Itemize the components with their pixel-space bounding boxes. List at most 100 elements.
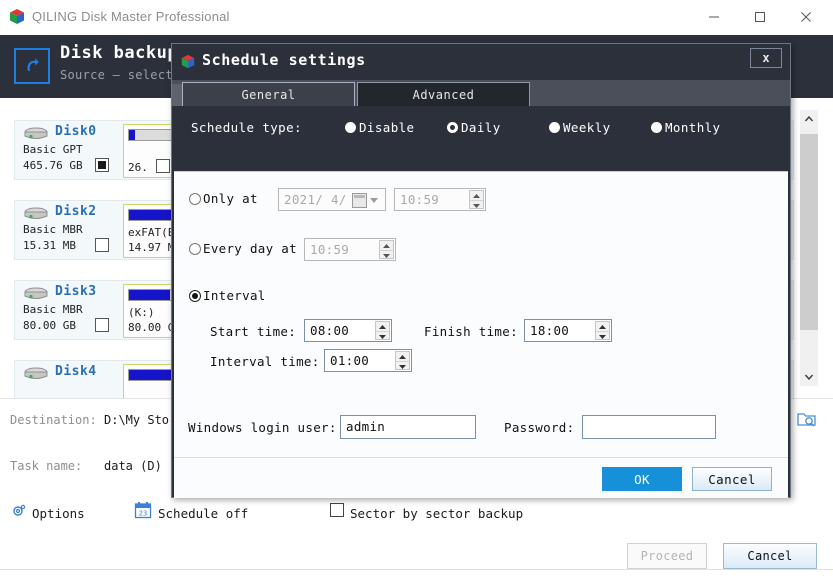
only-at-date-field[interactable]: 2021/ 4/ 8 [278,188,386,211]
radio-indicator [189,192,201,205]
schedule-status-label[interactable]: Schedule off [158,506,248,521]
spinner-down-icon [473,203,480,208]
svg-text:23: 23 [139,510,147,518]
sector-by-sector-checkbox[interactable] [330,503,344,517]
partition-checkbox[interactable] [156,159,170,173]
disk-checkbox[interactable] [95,158,109,172]
partition-usage-bar [128,129,176,141]
gear-icon[interactable] [10,503,26,519]
disk-name: Disk2 [55,204,97,219]
finish-time-spinner[interactable] [595,321,610,340]
radio-every-day[interactable]: Every day at [189,241,297,256]
spinner-up-icon [599,324,606,329]
interval-time-spinner[interactable] [395,351,410,370]
disk-type: Basic MBR [23,303,83,316]
radio-indicator [549,121,560,133]
radio-schedule-daily[interactable]: Daily [447,118,501,136]
radio-interval[interactable]: Interval [189,288,266,303]
radio-only-at[interactable]: Only at [189,191,258,206]
spinner-down-icon [379,334,386,339]
radio-label: Every day at [203,241,297,256]
schedule-type-row: Schedule type: Disable Daily Weekly Mont… [172,106,790,152]
radio-schedule-disable[interactable]: Disable [345,118,414,136]
interval-time-field[interactable]: 01:00 [324,349,412,372]
disk-info: Disk0 Basic GPT 465.76 GB [21,124,115,178]
windows-login-user-field[interactable]: admin [340,415,476,439]
finish-time-field[interactable]: 18:00 [524,319,612,342]
disk-list-scrollbar[interactable] [800,110,818,386]
radio-indicator [651,121,662,133]
minimize-button[interactable] [691,0,737,34]
sector-by-sector-label[interactable]: Sector by sector backup [350,506,523,521]
scroll-up-button[interactable] [800,110,818,128]
spinner-down-icon [599,334,606,339]
tab-advanced[interactable]: Advanced [357,82,530,106]
dialog-cancel-button[interactable]: Cancel [692,467,772,491]
calendar-dropdown-icon[interactable] [352,192,382,208]
destination-label: Destination: [10,413,97,427]
footer-strip [0,569,833,579]
spinner-up-icon [379,324,386,329]
dialog-footer: OK Cancel [174,457,788,498]
disk-backup-icon [14,48,50,84]
disk-info: Disk4 [21,364,115,398]
window-title: QILING Disk Master Professional [32,9,230,24]
finish-time-value: 18:00 [530,323,570,338]
radio-label: Only at [203,191,258,206]
scrollbar-thumb[interactable] [800,134,818,330]
radio-label: Interval [203,288,266,303]
radio-label: Disable [359,119,415,135]
disk-size: 80.00 GB [23,319,76,332]
spinner-down-icon [383,253,390,258]
chevron-up-icon [804,116,814,122]
close-button[interactable] [783,0,829,34]
partition-size: 14.97 M [128,241,175,254]
radio-schedule-weekly[interactable]: Weekly [549,118,611,136]
proceed-button[interactable]: Proceed [627,543,707,569]
radio-indicator [189,289,201,302]
radio-label: Monthly [665,119,721,135]
only-at-time-value: 10:59 [400,192,440,207]
browse-folder-icon[interactable] [797,410,817,428]
every-day-time-field[interactable]: 10:59 [304,238,396,261]
maximize-button[interactable] [737,0,783,34]
disk-checkbox[interactable] [95,318,109,332]
only-at-time-field[interactable]: 10:59 [394,188,486,211]
password-field[interactable] [582,415,716,439]
windows-login-user-label: Windows login user: [188,420,337,435]
calendar-icon[interactable]: 23 [134,501,152,519]
finish-time-label: Finish time: [424,324,518,339]
dialog-ok-button[interactable]: OK [602,467,682,491]
hard-disk-icon [23,286,51,302]
spinner-up-icon [473,193,480,198]
close-icon [801,12,811,22]
disk-info: Disk2 Basic MBR 15.31 MB [21,204,115,258]
start-time-label: Start time: [210,324,297,339]
radio-schedule-monthly[interactable]: Monthly [651,118,720,136]
scrollbar-track[interactable] [800,128,818,368]
radio-indicator [345,121,356,133]
scroll-down-button[interactable] [800,368,818,386]
options-label[interactable]: Options [32,506,85,521]
partition-label: (K:) [128,306,155,319]
start-time-field[interactable]: 08:00 [304,319,392,342]
every-day-time-value: 10:59 [310,242,350,257]
only-at-time-spinner[interactable] [469,190,484,209]
disk-type: Basic MBR [23,223,83,236]
start-time-spinner[interactable] [375,321,390,340]
every-day-time-spinner[interactable] [379,240,394,259]
dialog-close-button[interactable]: x [750,48,782,68]
destination-value: D:\My Sto [104,413,170,427]
radio-label: Weekly [563,119,611,135]
partition-label: exFAT(E [128,226,175,239]
schedule-type-label: Schedule type: [191,120,302,135]
disk-info: Disk3 Basic MBR 80.00 GB [21,284,115,338]
tab-general[interactable]: General [182,82,355,106]
cancel-button[interactable]: Cancel [723,543,817,569]
only-at-date-value: 2021/ 4/ 8 [284,192,363,207]
page-subtitle: Source – select [60,68,173,82]
task-name-value: data (D) [104,459,162,473]
partition-size: 26. [128,161,148,174]
disk-checkbox[interactable] [95,238,109,252]
hard-disk-icon [23,366,51,382]
